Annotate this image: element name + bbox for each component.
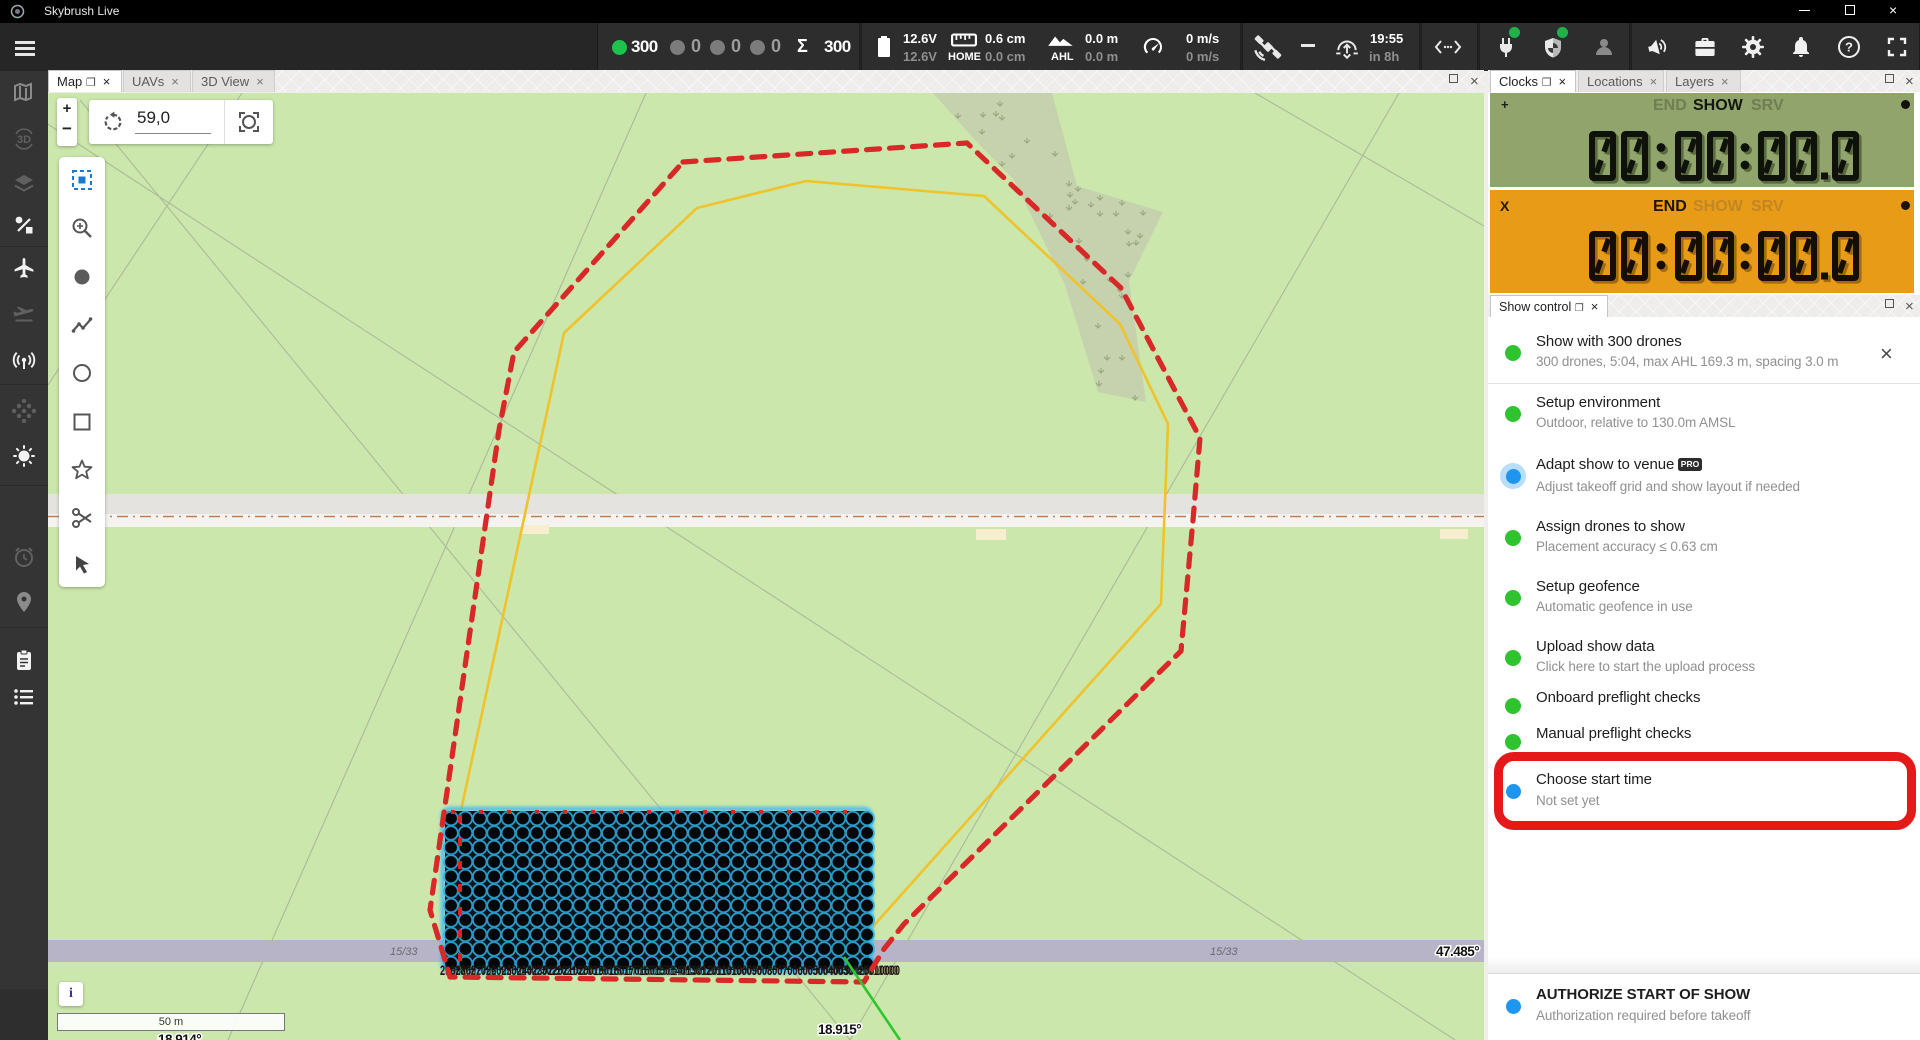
svg-text:15/33: 15/33 [390,946,418,958]
svg-text:3D: 3D [17,134,31,146]
svg-text:18.914°: 18.914° [158,1032,201,1040]
svg-text:?: ? [1845,40,1853,55]
svg-text:18.915°: 18.915° [818,1022,861,1037]
svg-text:47.485°: 47.485° [1436,944,1479,959]
svg-text:15/33: 15/33 [1210,946,1238,958]
